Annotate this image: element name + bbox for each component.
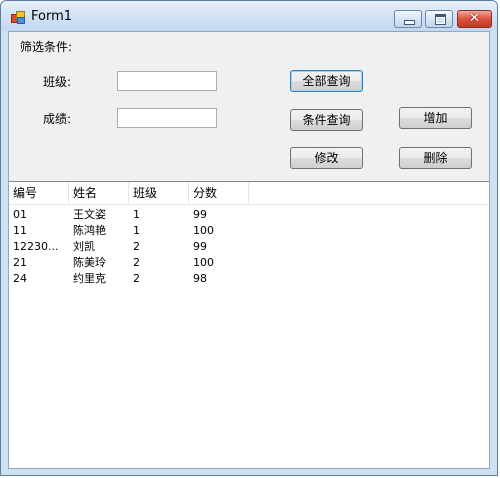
cell-name: 陈鸿艳: [73, 224, 106, 237]
delete-button[interactable]: 删除: [399, 147, 472, 169]
column-header-name[interactable]: 姓名: [69, 182, 129, 205]
cell-id: 21: [13, 256, 27, 269]
cell-class: 1: [133, 224, 140, 237]
cell-name: 刘凯: [73, 240, 95, 253]
column-header-filler: [249, 182, 489, 205]
query-condition-button[interactable]: 条件查询: [290, 109, 363, 131]
query-all-button[interactable]: 全部查询: [290, 70, 363, 92]
table-row[interactable]: 21 陈美玲 2 100: [9, 255, 489, 271]
cell-class: 2: [133, 272, 140, 285]
cell-class: 2: [133, 256, 140, 269]
score-label: 成绩:: [43, 112, 72, 126]
cell-score: 100: [193, 224, 214, 237]
table-row[interactable]: 01 王文姿 1 99: [9, 207, 489, 223]
column-header-score[interactable]: 分数: [189, 182, 249, 205]
table-row[interactable]: 11 陈鸿艳 1 100: [9, 223, 489, 239]
cell-class: 2: [133, 240, 140, 253]
form1-window: Form1 ✕ 筛选条件: 班级: 成绩: 全部查询 条件查询 增加 修改 删除…: [0, 0, 498, 476]
student-data-grid[interactable]: 编号 姓名 班级 分数 01 王文姿 1 99 11 陈鸿艳 1 100 122…: [9, 181, 489, 468]
column-header-class[interactable]: 班级: [129, 182, 189, 205]
close-icon: ✕: [469, 11, 480, 26]
class-input[interactable]: [117, 71, 217, 91]
grid-header: 编号 姓名 班级 分数: [9, 182, 489, 205]
cell-name: 陈美玲: [73, 256, 106, 269]
cell-score: 99: [193, 240, 207, 253]
cell-score: 100: [193, 256, 214, 269]
filter-heading: 筛选条件:: [20, 40, 73, 54]
table-row[interactable]: 12230... 刘凯 2 99: [9, 239, 489, 255]
add-button[interactable]: 增加: [399, 107, 472, 129]
cell-class: 1: [133, 208, 140, 221]
cell-id: 12230...: [13, 240, 59, 253]
table-row[interactable]: 24 约里克 2 98: [9, 271, 489, 287]
cell-score: 98: [193, 272, 207, 285]
edit-button[interactable]: 修改: [290, 147, 363, 169]
cell-name: 约里克: [73, 272, 106, 285]
score-input[interactable]: [117, 108, 217, 128]
class-label: 班级:: [43, 75, 72, 89]
maximize-button[interactable]: [425, 10, 453, 28]
minimize-button[interactable]: [394, 10, 422, 28]
cell-name: 王文姿: [73, 208, 106, 221]
form-client-area: 筛选条件: 班级: 成绩: 全部查询 条件查询 增加 修改 删除 编号 姓名 班…: [8, 31, 490, 469]
close-button[interactable]: ✕: [457, 10, 492, 28]
cell-id: 24: [13, 272, 27, 285]
maximize-icon: [435, 14, 446, 25]
cell-id: 01: [13, 208, 27, 221]
column-header-id[interactable]: 编号: [9, 182, 69, 205]
cell-id: 11: [13, 224, 27, 237]
form-app-icon: [11, 11, 25, 24]
cell-score: 99: [193, 208, 207, 221]
minimize-icon: [404, 20, 415, 25]
window-title: Form1: [31, 9, 73, 24]
title-bar[interactable]: Form1 ✕: [1, 1, 497, 31]
